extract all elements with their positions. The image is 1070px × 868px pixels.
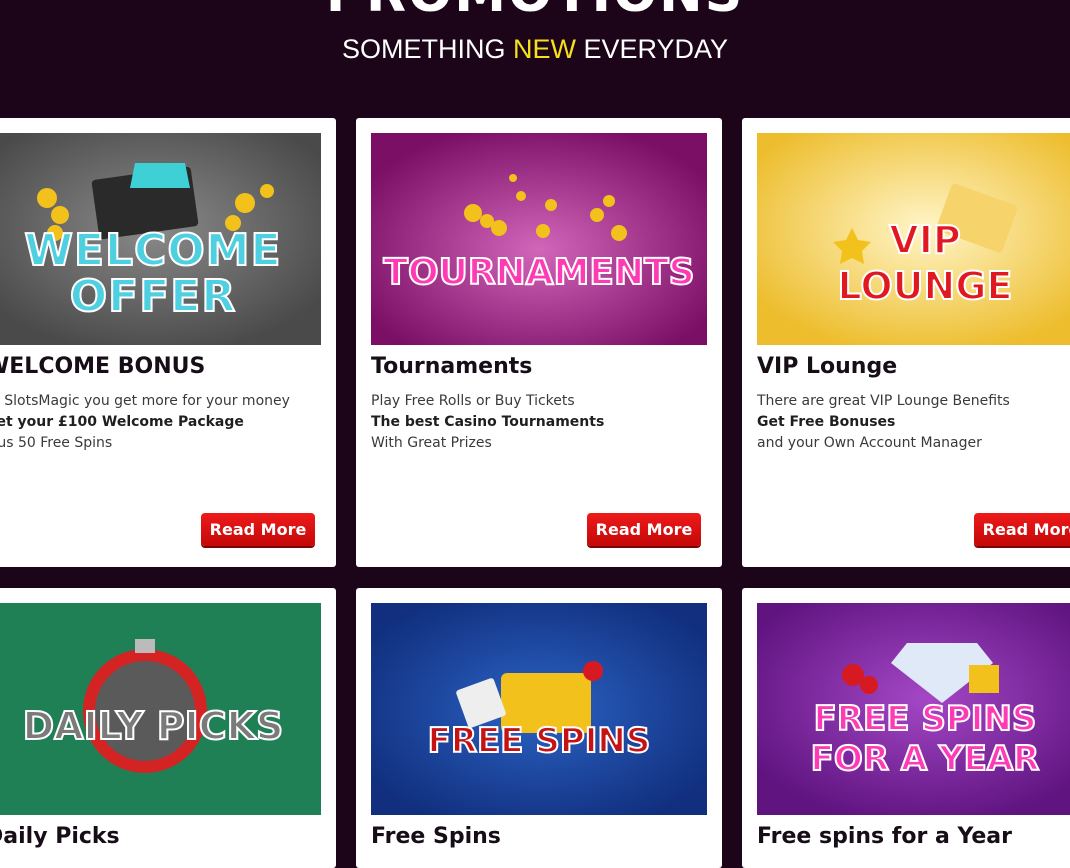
page-subtitle: SOMETHING NEW EVERYDAY [0,32,1070,66]
description-line-3: and your Own Account Manager [757,435,982,451]
banner-line-1: FREE SPINS [813,698,1038,740]
free-spins-title: Free Spins [371,824,501,849]
banner-line-2: OFFER [69,271,237,322]
subtitle-end: EVERYDAY [575,34,729,64]
subtitle-start: SOMETHING [341,34,513,64]
description-line-2: Get your £100 Welcome Package [0,414,244,430]
free-spins-art [371,603,707,815]
banner-line-2: FOR A YEAR [810,738,1041,780]
tournaments-banner[interactable]: TOURNAMENTS [371,133,707,345]
free-spins-year-title: Free spins for a Year [757,824,1012,849]
read-more-button[interactable]: Read More [201,513,315,546]
free-spins-banner[interactable]: FREE SPINS [371,603,707,815]
banner-line-2: LOUNGE [837,263,1014,309]
tournaments-title: Tournaments [371,354,533,379]
description-line-3: With Great Prizes [371,435,492,451]
read-more-button[interactable]: Read More [587,513,701,546]
tournaments-description: Play Free Rolls or Buy Tickets The best … [371,391,604,454]
vip-lounge-banner[interactable]: VIP LOUNGE [757,133,1070,345]
promo-card-daily-picks: DAILY PICKS Daily Picks [0,588,336,868]
promo-card-free-spins: FREE SPINS Free Spins [356,588,722,868]
tournaments-art [371,133,707,345]
vip-lounge-description: There are great VIP Lounge Benefits Get … [757,391,1010,454]
free-spins-year-banner[interactable]: FREE SPINS FOR A YEAR [757,603,1070,815]
description-line-1: There are great VIP Lounge Benefits [757,393,1010,409]
subtitle-accent: NEW [512,34,576,64]
daily-picks-banner[interactable]: DAILY PICKS [0,603,321,815]
free-spins-banner-text: FREE SPINS [427,720,652,762]
promo-card-welcome: WELCOME OFFER WELCOME BONUS At SlotsMagi… [0,118,336,567]
welcome-bonus-title: WELCOME BONUS [0,354,206,379]
vip-banner-text: VIP LOUNGE [757,217,1070,309]
daily-picks-title: Daily Picks [0,824,120,849]
description-line-2: The best Casino Tournaments [371,414,605,430]
description-line-1: Play Free Rolls or Buy Tickets [371,393,575,409]
daily-picks-banner-text: DAILY PICKS [22,703,285,749]
description-line-2: Get Free Bonuses [757,414,896,430]
welcome-offer-banner[interactable]: WELCOME OFFER [0,133,321,345]
read-more-button[interactable]: Read More [974,513,1070,546]
promo-card-vip-lounge: VIP LOUNGE VIP Lounge There are great VI… [742,118,1070,567]
description-line-1: At SlotsMagic you get more for your mone… [0,393,290,409]
page-title: PROMOTIONS [0,0,1070,24]
free-spins-year-banner-text: FREE SPINS FOR A YEAR [757,698,1070,780]
promo-card-tournaments: TOURNAMENTS Tournaments Play Free Rolls … [356,118,722,567]
vip-lounge-title: VIP Lounge [757,354,898,379]
description-line-3: Plus 50 Free Spins [0,435,113,451]
tournaments-banner-text: TOURNAMENTS [382,251,695,294]
banner-line-1: VIP [888,217,961,263]
welcome-bonus-description: At SlotsMagic you get more for your mone… [0,391,290,454]
banner-line-1: WELCOME [23,225,282,276]
welcome-banner-text: WELCOME OFFER [0,225,321,322]
promo-card-free-spins-year: FREE SPINS FOR A YEAR Free spins for a Y… [742,588,1070,868]
